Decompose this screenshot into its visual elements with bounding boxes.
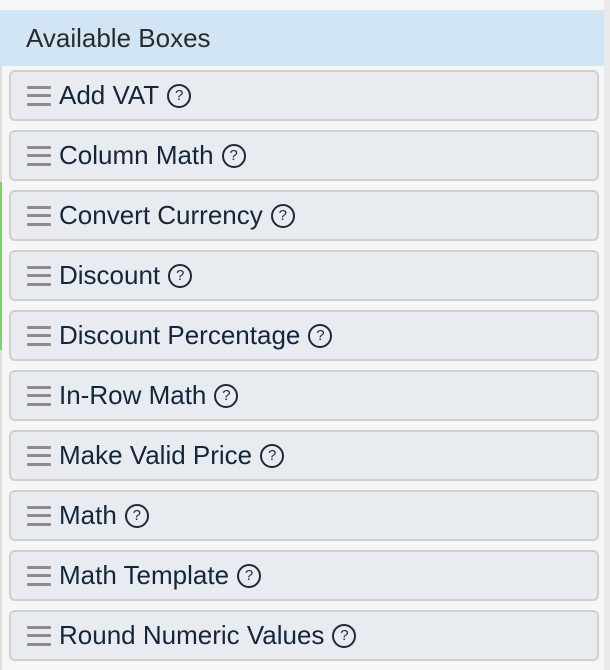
- drag-handle-icon[interactable]: [27, 625, 51, 646]
- help-icon[interactable]: ?: [124, 503, 149, 528]
- box-item-label: Round Numeric Values: [59, 620, 325, 650]
- help-icon[interactable]: ?: [308, 323, 333, 348]
- help-icon[interactable]: ?: [167, 83, 192, 108]
- help-icon[interactable]: ?: [221, 143, 246, 168]
- box-item-label: Discount: [59, 260, 161, 290]
- box-item[interactable]: Convert Currency ?: [9, 190, 599, 241]
- box-item[interactable]: Discount Percentage ?: [9, 310, 599, 361]
- box-item-label: In-Row Math: [59, 380, 207, 410]
- drag-handle-icon[interactable]: [27, 325, 51, 346]
- drag-handle-icon[interactable]: [27, 505, 51, 526]
- box-item-label: Column Math: [59, 140, 214, 170]
- box-item-label: Math Template: [59, 560, 230, 590]
- help-icon[interactable]: ?: [270, 203, 295, 228]
- panel-title: Available Boxes: [26, 22, 211, 53]
- box-item[interactable]: Column Math ?: [9, 130, 599, 181]
- drag-handle-icon[interactable]: [27, 265, 51, 286]
- box-item-label: Add VAT: [59, 80, 160, 110]
- box-item[interactable]: Round Numeric Values ?: [9, 610, 599, 661]
- drag-handle-icon[interactable]: [27, 565, 51, 586]
- available-boxes-panel: Available Boxes Add VAT ? Column Math ? …: [0, 10, 604, 670]
- help-icon[interactable]: ?: [214, 383, 239, 408]
- box-item-label: Discount Percentage: [59, 320, 301, 350]
- box-item[interactable]: Make Valid Price ?: [9, 430, 599, 481]
- box-list: Add VAT ? Column Math ? Convert Currency…: [0, 66, 604, 661]
- help-icon[interactable]: ?: [237, 563, 262, 588]
- box-item[interactable]: Math ?: [9, 490, 599, 541]
- box-item[interactable]: Math Template ?: [9, 550, 599, 601]
- help-icon[interactable]: ?: [168, 263, 193, 288]
- drag-handle-icon[interactable]: [27, 145, 51, 166]
- box-item[interactable]: In-Row Math ?: [9, 370, 599, 421]
- panel-header: Available Boxes: [0, 10, 604, 66]
- box-item-label: Make Valid Price: [59, 440, 253, 470]
- box-item[interactable]: Discount ?: [9, 250, 599, 301]
- box-item[interactable]: Add VAT ?: [9, 70, 599, 121]
- drag-handle-icon[interactable]: [27, 445, 51, 466]
- help-icon[interactable]: ?: [260, 443, 285, 468]
- box-item-label: Convert Currency: [59, 200, 263, 230]
- drag-handle-icon[interactable]: [27, 385, 51, 406]
- drag-handle-icon[interactable]: [27, 205, 51, 226]
- box-item-label: Math: [59, 500, 117, 530]
- drag-handle-icon[interactable]: [27, 85, 51, 106]
- scrollbar[interactable]: [604, 0, 610, 670]
- help-icon[interactable]: ?: [332, 623, 357, 648]
